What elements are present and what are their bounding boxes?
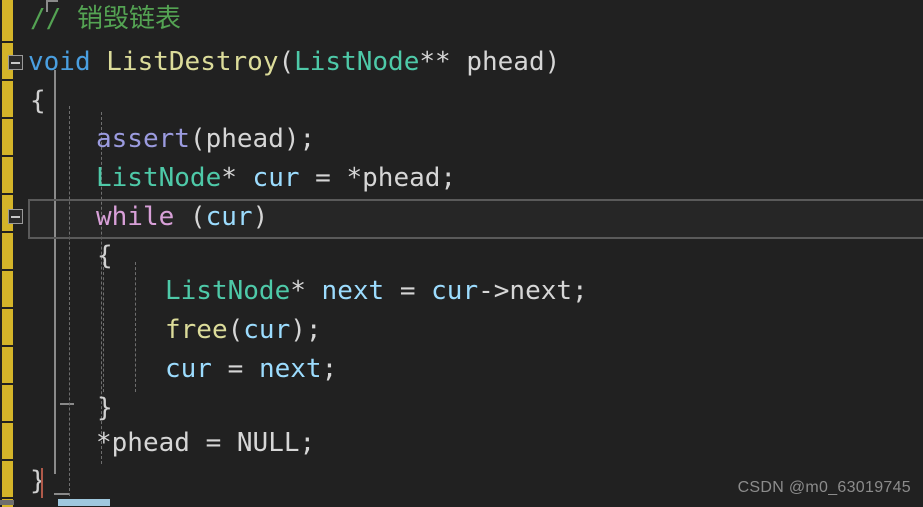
code-token: ): [544, 47, 561, 77]
code-token: ;: [305, 315, 322, 345]
code-token: cur: [165, 354, 212, 384]
code-token: ): [290, 315, 306, 345]
code-token: phead: [205, 124, 284, 154]
code-token: ;: [572, 276, 588, 306]
code-token: cur: [205, 202, 253, 232]
selection-strip: [58, 499, 110, 506]
code-token: // 销毁链表: [30, 4, 181, 34]
code-token: {: [30, 86, 46, 116]
code-token: =: [211, 354, 259, 384]
code-line[interactable]: // 销毁链表: [0, 0, 181, 39]
code-token: ): [283, 124, 300, 154]
code-token: ;: [321, 354, 338, 384]
code-line[interactable]: ListNode* cur = *phead;: [0, 159, 456, 198]
code-token: cur: [243, 315, 291, 345]
code-token: }: [97, 393, 113, 423]
code-token: ListNode: [165, 276, 291, 306]
code-line[interactable]: }: [0, 389, 113, 428]
code-token: ListDestroy: [106, 47, 279, 77]
code-editor[interactable]: // 销毁链表 void ListDestroy(ListNode** phead…: [0, 0, 923, 507]
code-token: phead: [466, 47, 545, 77]
code-token: free: [165, 315, 228, 345]
code-token: ListNode: [294, 47, 420, 77]
code-token: cur: [252, 163, 300, 193]
code-line[interactable]: *phead = NULL;: [0, 424, 315, 463]
code-token: ): [252, 202, 269, 232]
selection-tick: [0, 500, 14, 505]
code-line[interactable]: free(cur);: [0, 311, 322, 350]
code-token: void: [28, 47, 91, 77]
code-token: ;: [299, 428, 316, 458]
code-token: =: [384, 276, 432, 306]
code-token: {: [97, 241, 113, 271]
code-token: phead: [111, 428, 190, 458]
code-token: next: [258, 354, 322, 384]
code-token: ListNode: [96, 163, 222, 193]
code-token: NULL: [236, 428, 300, 458]
code-token: }: [30, 466, 46, 496]
code-token: ->: [478, 276, 510, 306]
code-line[interactable]: }: [0, 462, 46, 501]
code-token: =: [299, 163, 347, 193]
code-token: (: [189, 124, 206, 154]
code-line[interactable]: ListNode* next = cur->next;: [0, 272, 588, 311]
code-token: *: [346, 163, 363, 193]
code-token: next: [321, 276, 385, 306]
code-line[interactable]: {: [0, 82, 46, 121]
code-token: (: [278, 47, 295, 77]
code-token: phead: [362, 163, 441, 193]
code-token: ;: [299, 124, 316, 154]
code-token: while: [96, 202, 175, 232]
code-line[interactable]: void ListDestroy(ListNode** phead): [0, 43, 560, 82]
code-token: *: [221, 163, 253, 193]
code-token: *: [96, 428, 112, 458]
code-token: (: [174, 202, 206, 232]
text-caret: [41, 468, 43, 498]
code-token: ;: [440, 163, 457, 193]
code-token: assert: [96, 124, 190, 154]
code-text-layer[interactable]: // 销毁链表 void ListDestroy(ListNode** phead…: [0, 0, 923, 507]
code-token: cur: [431, 276, 479, 306]
code-token: **: [419, 47, 467, 77]
code-token: (: [227, 315, 244, 345]
code-token: next: [509, 276, 573, 306]
code-line[interactable]: {: [0, 237, 113, 276]
code-line[interactable]: cur = next;: [0, 350, 337, 389]
code-line[interactable]: while (cur): [0, 198, 268, 237]
code-token: =: [189, 428, 237, 458]
csdn-watermark: CSDN @m0_63019745: [737, 479, 911, 496]
code-token: *: [290, 276, 322, 306]
code-line[interactable]: assert(phead);: [0, 120, 315, 159]
